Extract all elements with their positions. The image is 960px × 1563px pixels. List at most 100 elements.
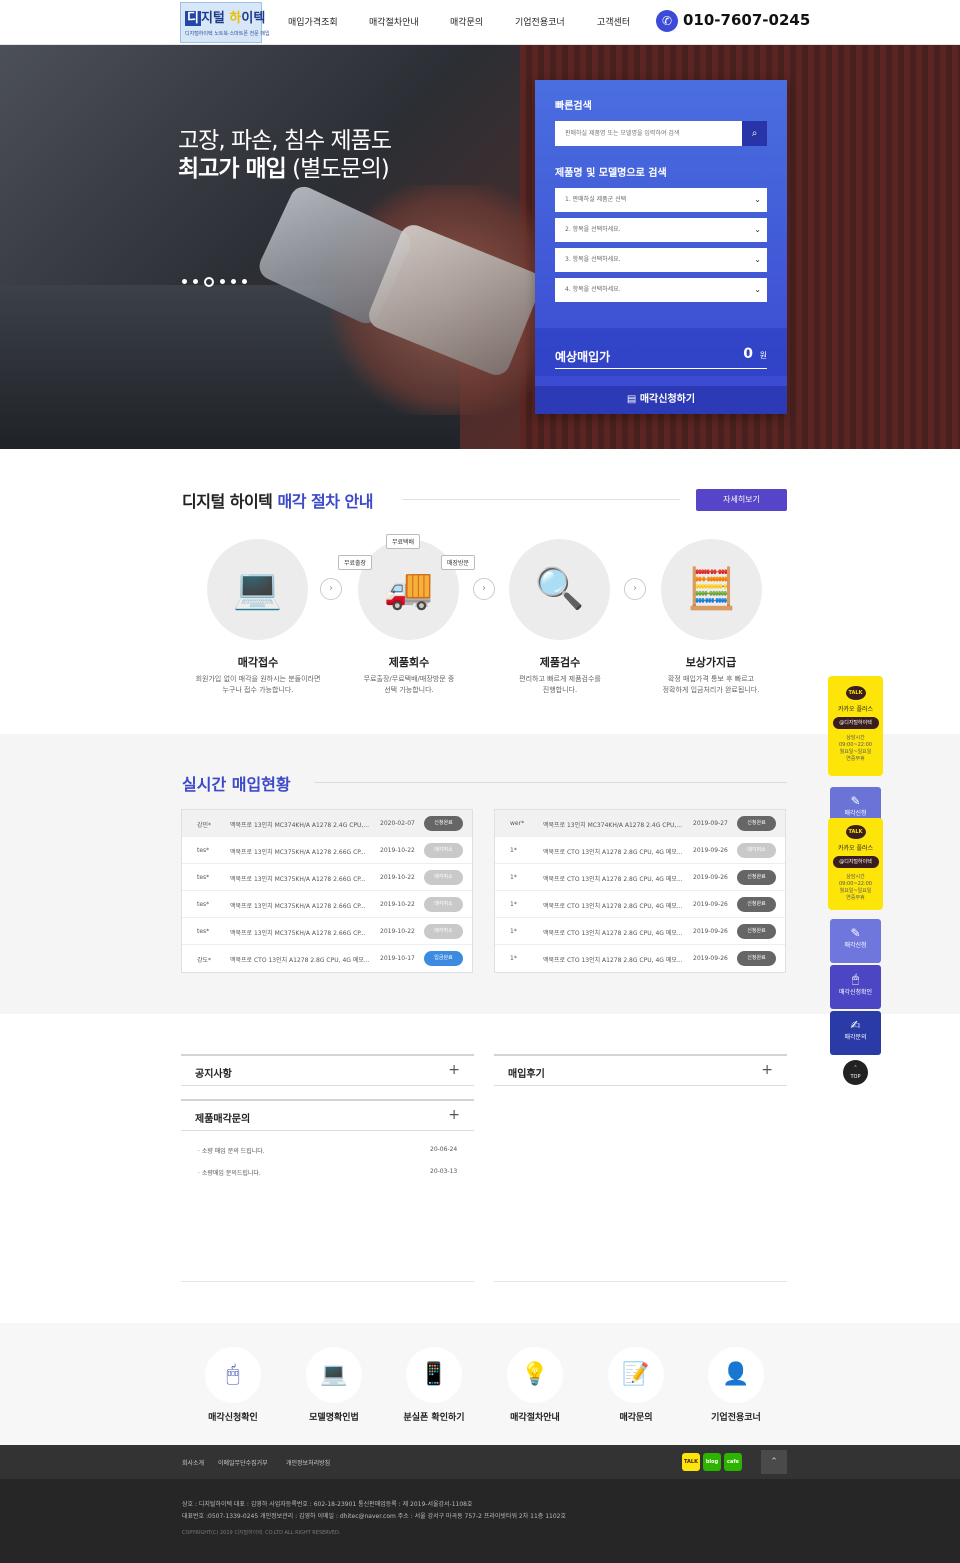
product-name: 맥북프로 CTO 13인치 A1278 2.8G CPU, 4G 메모... xyxy=(230,957,370,964)
slide-dot-active[interactable] xyxy=(204,276,214,287)
laptop-icon[interactable]: 💻 xyxy=(306,1347,362,1403)
footer-info xyxy=(0,1479,960,1563)
divider xyxy=(181,1281,474,1282)
model-search-title: 제품명 및 모델명으로 검색 xyxy=(555,168,667,179)
nav-sell-process[interactable]: 매각절차안내 xyxy=(369,15,419,28)
float-inquiry-button[interactable]: ✍ 매각문의 xyxy=(830,1011,881,1055)
nav-sell-inquiry[interactable]: 매각문의 xyxy=(450,15,483,28)
footer-link-privacy[interactable]: 개인정보처리방침 xyxy=(286,1458,330,1467)
date: 2019-10-22 xyxy=(380,874,415,881)
table-row[interactable]: tes* 맥북프로 13인치 MC375KH/A A1278 2.66G CP..… xyxy=(182,864,472,891)
step-illustration-payment: 🧮 xyxy=(661,539,762,640)
chevron-up-icon[interactable]: ⌃ xyxy=(761,1450,787,1474)
kakao-plus-label: 카카오 플러스 xyxy=(837,706,874,713)
scroll-top-button[interactable]: ⌃ TOP xyxy=(843,1060,868,1085)
table-row[interactable]: wer* 맥북프로 13인치 MC374KH/A A1278 2.4G CPU,.… xyxy=(495,810,785,837)
kakao-plus-widget[interactable]: TALK 카카오 플러스 @디지털하이텍 상담시간 09:00~22:00 월요일~… xyxy=(828,676,883,776)
step-name: 매각접수 xyxy=(237,656,279,669)
item-select-3[interactable]: 3. 항목을 선택하세요. ⌄ xyxy=(555,248,767,272)
table-row[interactable]: 강도* 맥북프로 CTO 13인치 A1278 2.8G CPU, 4G 메모..… xyxy=(182,945,472,972)
status-badge: 매각취소 xyxy=(737,843,776,858)
step-illustration-inspection: 🔍 xyxy=(509,539,610,640)
list-item[interactable]: · 소량매입 문의드립니다. xyxy=(198,1168,261,1177)
chevron-down-icon: ⌄ xyxy=(754,255,761,264)
kakao-talk-icon: TALK xyxy=(845,686,866,700)
nav-price-lookup[interactable]: 매입가격조회 xyxy=(288,15,338,28)
table-row[interactable]: tes* 맥북프로 13인치 MC375KH/A A1278 2.66G CP..… xyxy=(182,918,472,945)
realtime-table-right: wer* 맥북프로 13인치 MC374KH/A A1278 2.4G CPU,.… xyxy=(494,809,786,973)
table-row[interactable]: tes* 맥북프로 13인치 MC375KH/A A1278 2.66G CP..… xyxy=(182,891,472,918)
table-row[interactable]: 1* 맥북프로 CTO 13인치 A1278 2.8G CPU, 4G 메모...… xyxy=(495,945,785,972)
float-apply-button-peek[interactable]: ✎ 매각신청 xyxy=(830,787,881,821)
blog-icon[interactable]: blog xyxy=(703,1453,721,1471)
realtime-title: 실시간 매입현황 xyxy=(182,775,291,794)
bubble-free-delivery: 무료택배 xyxy=(386,534,421,549)
nav-corporate[interactable]: 기업전용코너 xyxy=(515,15,565,28)
buyer-name: 강도* xyxy=(197,957,212,964)
kakao-hours: 상담시간 09:00~22:00 월요일~일요일 연중무휴 xyxy=(838,874,872,901)
float-check-button[interactable]: 🖱 매각신청확인 xyxy=(830,965,881,1009)
chevron-right-icon: › xyxy=(624,578,646,600)
date: 2019-10-22 xyxy=(380,847,415,854)
buyer-name: wer* xyxy=(510,820,525,827)
chevron-right-icon: › xyxy=(473,578,495,600)
board-notice[interactable]: 공지사항 + xyxy=(181,1054,474,1086)
phone-search-icon[interactable]: 📱 xyxy=(406,1347,462,1403)
slide-dot[interactable] xyxy=(193,279,198,284)
nav-customer-center[interactable]: 고객센터 xyxy=(597,15,630,28)
list-item[interactable]: · 소량 매입 문의 드립니다. xyxy=(198,1146,265,1155)
sell-apply-button[interactable]: ▤ 매각신청하기 xyxy=(535,386,787,414)
slide-dot[interactable] xyxy=(220,279,225,284)
kakao-plus-widget[interactable]: TALK 카카오 플러스 @디지털하이텍 상담시간 09:00~22:00 월요일~… xyxy=(828,818,883,910)
site-logo[interactable]: 디 지털 하이텍 디지털하이텍 노트북·스마트폰 전문 매입 xyxy=(180,2,270,43)
board-title: 매입후기 xyxy=(508,1069,545,1080)
footer-link-about[interactable]: 회사소개 xyxy=(182,1458,204,1467)
person-icon[interactable]: 👤 xyxy=(708,1347,764,1403)
buyer-name: tes* xyxy=(197,874,210,881)
quick-search-input[interactable] xyxy=(555,121,742,146)
slide-dot[interactable] xyxy=(182,279,187,284)
item-select-2[interactable]: 2. 항목을 선택하세요. ⌄ xyxy=(555,218,767,242)
quick-link-label[interactable]: 기업전용코너 xyxy=(676,1410,796,1423)
footer-link-email-policy[interactable]: 이메일무단수집거부 xyxy=(218,1458,268,1467)
plus-icon[interactable]: + xyxy=(448,1062,460,1078)
step-name: 제품회수 xyxy=(388,656,430,669)
search-icon[interactable]: ⌕ xyxy=(742,121,767,146)
buyer-name: tes* xyxy=(197,847,210,854)
slide-dot[interactable] xyxy=(242,279,247,284)
product-group-select[interactable]: 1. 판매하실 제품군 선택 ⌄ xyxy=(555,188,767,212)
status-badge: 신청완료 xyxy=(737,924,776,939)
plus-icon[interactable]: + xyxy=(761,1062,773,1078)
date: 2019-09-26 xyxy=(693,955,728,962)
board-inquiry[interactable]: 제품매각문의 + xyxy=(181,1099,474,1131)
site-header: 디 지털 하이텍 디지털하이텍 노트북·스마트폰 전문 매입 매입가격조회 매각절… xyxy=(0,0,960,45)
slide-pagination xyxy=(182,271,253,287)
kakao-talk-icon[interactable]: TALK xyxy=(682,1453,700,1471)
table-row[interactable]: 1* 맥북프로 CTO 13인치 A1278 2.8G CPU, 4G 메모...… xyxy=(495,891,785,918)
bubble-store-visit: 매장방문 xyxy=(441,555,476,570)
table-row[interactable]: 1* 맥북프로 CTO 13인치 A1278 2.8G CPU, 4G 메모...… xyxy=(495,837,785,864)
plus-icon[interactable]: + xyxy=(448,1107,460,1123)
date: 2019-09-26 xyxy=(693,928,728,935)
board-review[interactable]: 매입후기 + xyxy=(494,1054,787,1086)
footer-company-info: 상호 : 디지털하이텍 대표 : 김영하 사업자등록번호 : 602-18-23… xyxy=(182,1501,473,1508)
more-details-button[interactable]: 자세히보기 xyxy=(696,489,787,511)
status-badge: 신청완료 xyxy=(424,816,463,831)
step-name: 제품검수 xyxy=(539,656,581,669)
kakao-talk-icon: TALK xyxy=(845,825,866,839)
table-row[interactable]: tes* 맥북프로 13인치 MC375KH/A A1278 2.66G CP..… xyxy=(182,837,472,864)
table-row[interactable]: 1* 맥북프로 CTO 13인치 A1278 2.8G CPU, 4G 메모...… xyxy=(495,864,785,891)
product-name: 맥북프로 CTO 13인치 A1278 2.8G CPU, 4G 메모... xyxy=(543,876,683,883)
realtime-section xyxy=(0,734,960,1014)
table-row[interactable]: 1* 맥북프로 CTO 13인치 A1278 2.8G CPU, 4G 메모...… xyxy=(495,918,785,945)
item-select-4[interactable]: 4. 항목을 선택하세요. ⌄ xyxy=(555,278,767,302)
lightbulb-icon[interactable]: 💡 xyxy=(507,1347,563,1403)
mouse-click-icon[interactable]: 🖱 xyxy=(205,1347,261,1403)
document-edit-icon[interactable]: 📝 xyxy=(608,1347,664,1403)
float-apply-button[interactable]: ✎ 매각신청 xyxy=(830,919,881,963)
date: 2019-09-26 xyxy=(693,847,728,854)
slide-dot[interactable] xyxy=(231,279,236,284)
cafe-icon[interactable]: cafe xyxy=(724,1453,742,1471)
table-row[interactable]: 강민* 맥북프로 13인치 MC374KH/A A1278 2.4G CPU,..… xyxy=(182,810,472,837)
header-phone-number[interactable]: 010-7607-0245 xyxy=(683,11,810,29)
